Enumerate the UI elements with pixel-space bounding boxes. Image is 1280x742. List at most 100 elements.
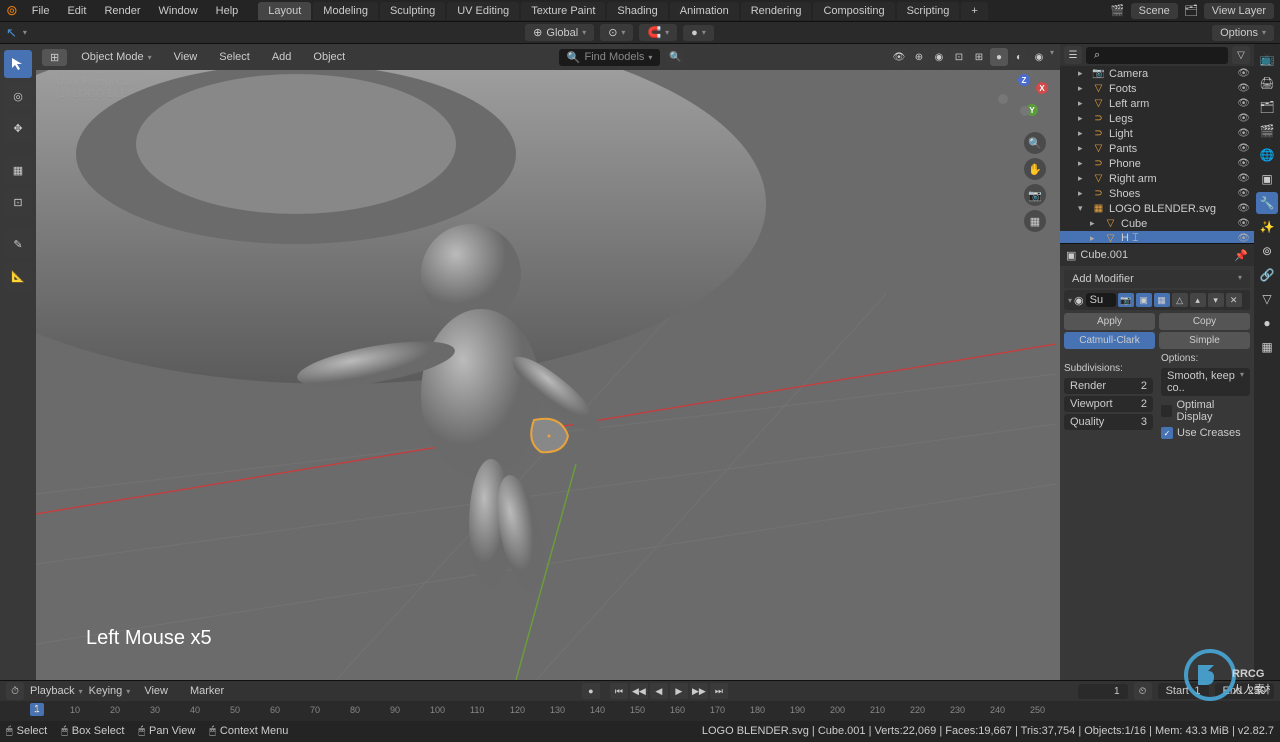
render-subdiv-field[interactable]: Render2 — [1064, 378, 1153, 394]
view-layer-field[interactable]: View Layer — [1204, 3, 1274, 19]
outliner-item-phone[interactable]: ▸⊃Phone👁 — [1060, 156, 1254, 171]
playback-menu[interactable]: Playback ▾ — [30, 685, 83, 697]
outliner-item-left-arm[interactable]: ▸▽Left arm👁 — [1060, 96, 1254, 111]
cage-vis-icon[interactable]: △ — [1172, 293, 1188, 307]
outliner-item-foots[interactable]: ▸▽Foots👁 — [1060, 81, 1254, 96]
add-menu[interactable]: Add — [264, 48, 300, 66]
menu-file[interactable]: File — [24, 2, 58, 20]
zoom-icon[interactable]: 🔍 — [1024, 132, 1046, 154]
modifier-tab-icon[interactable]: 🔧 — [1256, 192, 1278, 214]
tab-texturepaint[interactable]: Texture Paint — [521, 2, 605, 20]
sel-visibility-icon[interactable]: 👁 — [890, 48, 908, 66]
measure-tool[interactable]: 📐 — [4, 262, 32, 290]
tab-animation[interactable]: Animation — [670, 2, 739, 20]
menu-edit[interactable]: Edit — [59, 2, 94, 20]
jump-start-icon[interactable]: ⏮ — [610, 683, 628, 699]
outliner-item-shoes[interactable]: ▸⊃Shoes👁 — [1060, 186, 1254, 201]
proportional-edit-toggle[interactable]: ● ▾ — [683, 25, 714, 41]
move-tool[interactable]: ✥ — [4, 114, 32, 142]
use-creases-checkbox[interactable]: ✓ — [1161, 427, 1173, 439]
mesh-tab-icon[interactable]: ▽ — [1256, 288, 1278, 310]
timeline-ruler[interactable]: 1 11020304050607080901001101201301401501… — [0, 701, 1280, 721]
collapse-icon[interactable]: ▾ — [1068, 296, 1072, 305]
tab-uvediting[interactable]: UV Editing — [447, 2, 519, 20]
particle-tab-icon[interactable]: ✨ — [1256, 216, 1278, 238]
apply-button[interactable]: Apply — [1064, 313, 1155, 330]
cursor-tool[interactable]: ◎ — [4, 82, 32, 110]
shading-dropdown-icon[interactable]: ▾ — [1050, 48, 1054, 66]
viewlayer-tab-icon[interactable]: 🗂 — [1256, 96, 1278, 118]
view-menu[interactable]: View — [166, 48, 206, 66]
play-icon[interactable]: ▶ — [670, 683, 688, 699]
camera-icon[interactable]: 📷 — [1024, 184, 1046, 206]
pivot-dropdown[interactable]: ⊙ ▾ — [600, 24, 633, 41]
outliner-item-legs[interactable]: ▸⊃Legs👁 — [1060, 111, 1254, 126]
outliner-item-pants[interactable]: ▸▽Pants👁 — [1060, 141, 1254, 156]
select-tool[interactable] — [4, 50, 32, 78]
render-vis-icon[interactable]: 📷 — [1118, 293, 1134, 307]
autokey-icon[interactable]: ● — [582, 683, 600, 699]
constraint-tab-icon[interactable]: 🔗 — [1256, 264, 1278, 286]
outliner-item-cube[interactable]: ▸▽Cube👁 — [1060, 216, 1254, 231]
gizmo-icon[interactable]: ⊕ — [910, 48, 928, 66]
menu-render[interactable]: Render — [96, 2, 148, 20]
texture-tab-icon[interactable]: ▦ — [1256, 336, 1278, 358]
timeline-view-menu[interactable]: View — [136, 682, 176, 700]
world-tab-icon[interactable]: 🌐 — [1256, 144, 1278, 166]
timeline-marker-menu[interactable]: Marker — [182, 682, 232, 700]
jump-end-icon[interactable]: ⏭ — [710, 683, 728, 699]
options-dropdown[interactable]: Options ▾ — [1212, 25, 1274, 41]
outliner-item-camera[interactable]: ▸📷Camera👁 — [1060, 66, 1254, 81]
play-reverse-icon[interactable]: ◀ — [650, 683, 668, 699]
editor-type-dropdown[interactable]: ⊞ — [42, 49, 67, 66]
object-tab-icon[interactable]: ▣ — [1256, 168, 1278, 190]
filter-icon[interactable]: ▽ — [1232, 46, 1250, 64]
physics-tab-icon[interactable]: ⊚ — [1256, 240, 1278, 262]
navigation-gizmo[interactable]: X Y Z — [998, 74, 1048, 124]
xray-icon[interactable]: ⊡ — [950, 48, 968, 66]
pan-icon[interactable]: ✋ — [1024, 158, 1046, 180]
find-models-search[interactable]: 🔍 Find Models ▾ — [559, 49, 661, 66]
clock-icon[interactable]: ⏲ — [1134, 682, 1152, 700]
scene-tab-icon[interactable]: 🎬 — [1256, 120, 1278, 142]
tab-layout[interactable]: Layout — [258, 2, 311, 20]
annotate-tool[interactable]: ✎ — [4, 230, 32, 258]
prev-key-icon[interactable]: ◀◀ — [630, 683, 648, 699]
3d-viewport[interactable]: ⊞ Object Mode ▾ View Select Add Object 🔍… — [36, 44, 1060, 680]
current-frame-field[interactable]: 1 — [1078, 684, 1128, 699]
output-tab-icon[interactable]: 🖨 — [1256, 72, 1278, 94]
tab-sculpting[interactable]: Sculpting — [380, 2, 445, 20]
matprev-shading-icon[interactable]: ◐ — [1010, 48, 1028, 66]
tab-compositing[interactable]: Compositing — [813, 2, 894, 20]
tab-shading[interactable]: Shading — [607, 2, 667, 20]
catmull-clark-button[interactable]: Catmull-Clark — [1064, 332, 1155, 349]
outliner-item-light[interactable]: ▸⊃Light👁 — [1060, 126, 1254, 141]
orientation-dropdown[interactable]: ⊕ Global ▾ — [525, 24, 594, 41]
tab-add[interactable]: + — [961, 2, 987, 20]
scale-tool[interactable]: ⊡ — [4, 188, 32, 216]
tab-modeling[interactable]: Modeling — [313, 2, 378, 20]
editmode-vis-icon[interactable]: ▦ — [1154, 293, 1170, 307]
realtime-vis-icon[interactable]: ▣ — [1136, 293, 1152, 307]
chevron-down-icon[interactable]: ▾ — [23, 28, 27, 37]
outliner-item-right-arm[interactable]: ▸▽Right arm👁 — [1060, 171, 1254, 186]
outliner-item-h[interactable]: ▸▽H ⌶👁 — [1060, 231, 1254, 244]
copy-button[interactable]: Copy — [1159, 313, 1250, 330]
menu-window[interactable]: Window — [151, 2, 206, 20]
uv-smooth-dropdown[interactable]: Smooth, keep co..▾ — [1161, 368, 1250, 396]
outliner-search[interactable]: ⌕ — [1086, 47, 1228, 64]
object-menu[interactable]: Object — [305, 48, 353, 66]
delete-modifier-icon[interactable]: ✕ — [1226, 293, 1242, 307]
wireframe-shading-icon[interactable]: ⊞ — [970, 48, 988, 66]
keying-menu[interactable]: Keying ▾ — [89, 685, 131, 697]
select-menu[interactable]: Select — [211, 48, 258, 66]
snap-toggle[interactable]: 🧲 ▾ — [639, 24, 677, 41]
viewport-subdiv-field[interactable]: Viewport2 — [1064, 396, 1153, 412]
material-tab-icon[interactable]: ● — [1256, 312, 1278, 334]
search-icon[interactable]: 🔍 — [666, 48, 684, 66]
outliner-item-logo-blender-svg[interactable]: ▾▦LOGO BLENDER.svg👁 — [1060, 201, 1254, 216]
quality-field[interactable]: Quality3 — [1064, 414, 1153, 430]
overlay-icon[interactable]: ◉ — [930, 48, 948, 66]
render-tab-icon[interactable]: 📺 — [1256, 48, 1278, 70]
rendered-shading-icon[interactable]: ◉ — [1030, 48, 1048, 66]
